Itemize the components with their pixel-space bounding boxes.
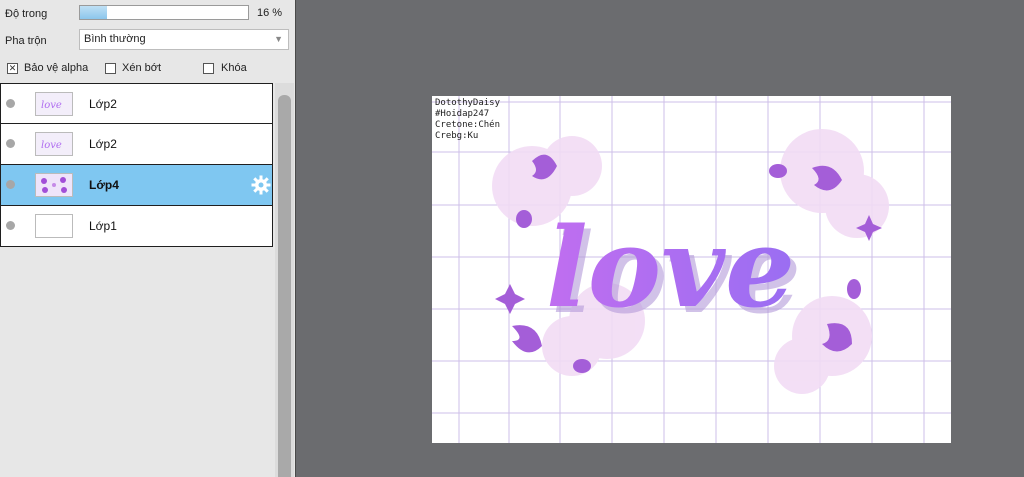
layer-thumbnail (35, 173, 73, 197)
lock-label: Khóa (221, 62, 247, 74)
visibility-icon[interactable] (6, 99, 15, 108)
artwork-love-text: love (546, 203, 795, 332)
drawing-canvas[interactable]: love love DotothyDaisy #Hoidap247 Creton… (432, 96, 951, 443)
visibility-icon[interactable] (6, 221, 15, 230)
scrollbar-thumb[interactable] (278, 95, 291, 477)
layer-thumbnail (35, 214, 73, 238)
opacity-value: 16 % (257, 7, 283, 19)
layer-thumbnail: love (35, 132, 73, 156)
layer-thumbnail: love (35, 92, 73, 116)
layer-name: Lớp2 (89, 97, 117, 111)
protect-alpha-checkbox[interactable]: ✕ (7, 63, 18, 74)
lock-checkbox[interactable] (203, 63, 214, 74)
visibility-icon[interactable] (6, 139, 15, 148)
gear-icon[interactable] (250, 174, 272, 196)
svg-text:love: love (41, 140, 62, 151)
opacity-slider-fill (80, 6, 107, 19)
layer-name: Lớp4 (89, 178, 119, 192)
layer-list: love Lớp2 love Lớp2 Lớp4 Lớp1 (0, 83, 273, 247)
visibility-icon[interactable] (6, 180, 15, 189)
blend-mode-select[interactable]: Bình thường ▼ (79, 29, 289, 50)
layer-list-scrollbar[interactable] (275, 83, 294, 477)
opacity-label: Độ trong (5, 8, 48, 20)
layer-row[interactable]: Lớp1 (0, 206, 273, 247)
opacity-slider[interactable] (79, 5, 249, 20)
layer-row[interactable]: love Lớp2 (0, 83, 273, 124)
chevron-down-icon: ▼ (274, 34, 283, 44)
layer-panel: Độ trong 16 % Pha trộn Bình thường ▼ ✕ B… (0, 0, 296, 477)
blend-mode-label: Pha trộn (5, 35, 47, 47)
credit-line: DotothyDaisy (435, 98, 501, 108)
layer-row-active[interactable]: Lớp4 (0, 165, 273, 206)
credit-line: #Hoidap247 (435, 109, 490, 119)
protect-alpha-label: Bảo vệ alpha (24, 62, 89, 74)
clip-checkbox[interactable] (105, 63, 116, 74)
credit-line: Cretone:Chén (435, 120, 501, 130)
svg-text:love: love (41, 100, 62, 111)
layer-row[interactable]: love Lớp2 (0, 124, 273, 165)
layer-name: Lớp2 (89, 137, 117, 151)
blend-mode-value: Bình thường (84, 33, 146, 45)
canvas-artwork: love love (432, 96, 951, 443)
credit-line: Crebg:Ku (435, 131, 479, 141)
clip-label: Xén bớt (122, 62, 162, 74)
layer-name: Lớp1 (89, 219, 117, 233)
